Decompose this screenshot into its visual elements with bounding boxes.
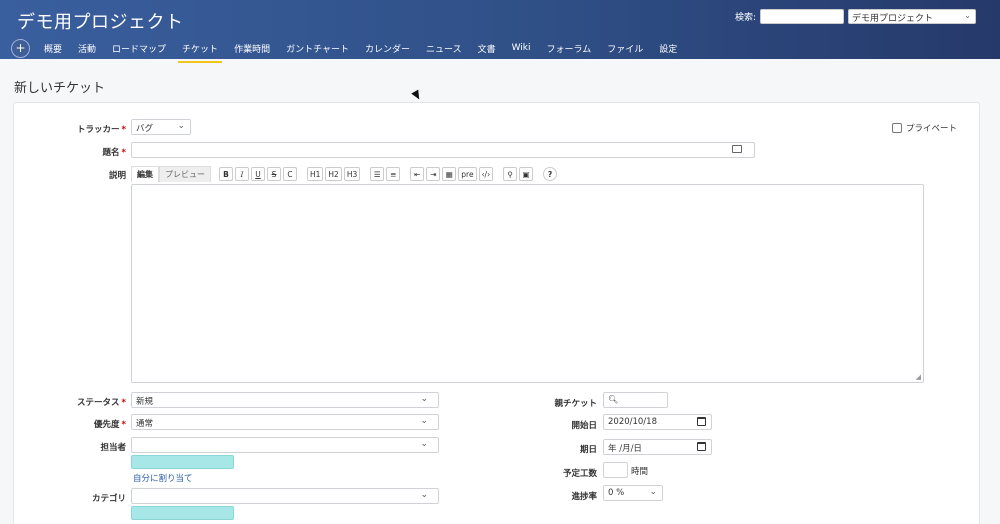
plus-icon[interactable]: +: [11, 38, 30, 58]
inline-code-button[interactable]: C: [283, 167, 297, 181]
unquote-icon[interactable]: ⇥: [426, 167, 441, 181]
project-jump-value: デモ用プロジェクト: [852, 13, 934, 24]
heading3-button[interactable]: H3: [343, 167, 361, 181]
priority-label: 優先度 *: [94, 420, 126, 430]
status-label: ステータス *: [77, 398, 126, 408]
main-menu: + 概要 活動 ロードマップ チケット 作業時間 ガントチャート カレンダー ニ…: [11, 38, 693, 63]
chevron-down-icon: ⌄: [964, 10, 971, 20]
mouse-cursor-icon: [411, 89, 423, 102]
quick-search: 検索: デモ用プロジェクト ⌄: [735, 8, 976, 24]
code-block-icon[interactable]: ‹/›: [478, 167, 494, 181]
start-date-label: 開始日: [571, 421, 597, 431]
due-date-label: 期日: [579, 445, 597, 455]
tracker-select[interactable]: バグ ⌄: [131, 119, 191, 135]
address-card-icon: [732, 145, 742, 153]
private-label: プライベート: [906, 124, 958, 134]
resize-handle-icon[interactable]: ◢: [916, 373, 921, 381]
assignee-highlight: [131, 455, 234, 469]
image-icon[interactable]: ▣: [519, 167, 534, 181]
menu-item-roadmap[interactable]: ロードマップ: [112, 42, 166, 59]
done-ratio-value: 0 %: [608, 488, 625, 498]
menu-item-overview[interactable]: 概要: [44, 42, 62, 59]
strikethrough-button[interactable]: S: [267, 167, 281, 181]
calendar-icon[interactable]: [697, 442, 706, 451]
category-highlight: [131, 506, 234, 520]
menu-item-news[interactable]: ニュース: [426, 42, 462, 59]
status-select[interactable]: 新規 ⌄: [131, 392, 439, 408]
menu-item-files[interactable]: ファイル: [607, 42, 643, 59]
tracker-value: バグ: [136, 124, 154, 134]
project-title[interactable]: デモ用プロジェクト: [17, 8, 184, 34]
menu-item-gantt[interactable]: ガントチャート: [286, 42, 349, 59]
search-input[interactable]: [760, 8, 844, 24]
menu-item-time-entries[interactable]: 作業時間: [234, 42, 270, 59]
search-label: 検索:: [734, 12, 756, 23]
estimated-hours-input[interactable]: [603, 462, 628, 478]
due-date-value: 年 /月/日: [608, 444, 642, 454]
done-ratio-select[interactable]: 0 % ⌄: [603, 485, 663, 501]
chevron-down-icon: ⌄: [177, 121, 185, 131]
help-icon[interactable]: ?: [543, 167, 558, 181]
private-checkbox[interactable]: [892, 123, 902, 133]
start-date-value: 2020/10/18: [608, 417, 657, 427]
table-icon[interactable]: ▦: [442, 167, 457, 181]
search-icon: 🔍︎: [608, 395, 619, 404]
assignee-label: 担当者: [100, 443, 126, 453]
chevron-down-icon: ⌄: [420, 490, 428, 500]
menu-item-forums[interactable]: フォーラム: [547, 42, 592, 59]
chevron-down-icon: ⌄: [420, 416, 428, 426]
project-jump-select[interactable]: デモ用プロジェクト ⌄: [848, 8, 976, 24]
chevron-down-icon: ⌄: [420, 394, 428, 404]
chevron-down-icon: ⌄: [649, 487, 657, 497]
chevron-down-icon: ⌄: [420, 439, 428, 449]
description-label: 説明: [108, 171, 126, 181]
parent-issue-label: 親チケット: [554, 399, 597, 409]
preformatted-button[interactable]: pre: [458, 167, 477, 181]
heading2-button[interactable]: H2: [325, 167, 342, 181]
tracker-label: トラッカー *: [77, 125, 126, 135]
calendar-icon[interactable]: [697, 417, 706, 426]
subject-label: 題名 *: [102, 148, 126, 158]
menu-item-activity[interactable]: 活動: [78, 42, 96, 59]
assignee-select[interactable]: ⌄: [131, 437, 439, 453]
category-label: カテゴリ: [91, 494, 126, 504]
parent-issue-input[interactable]: 🔍︎: [603, 392, 668, 408]
priority-value: 通常: [136, 419, 154, 429]
page-title: 新しいチケット: [14, 81, 106, 96]
assign-to-me-link[interactable]: 自分に割り当て: [133, 472, 193, 484]
underline-button[interactable]: U: [251, 167, 265, 181]
subject-input[interactable]: [131, 142, 755, 158]
link-icon[interactable]: ⚲: [503, 167, 518, 181]
tab-preview[interactable]: プレビュー: [159, 166, 211, 182]
done-ratio-label: 進捗率: [571, 492, 597, 502]
status-value: 新規: [136, 397, 154, 407]
ordered-list-icon[interactable]: ≡: [386, 167, 401, 181]
menu-item-issues[interactable]: チケット: [178, 42, 223, 63]
heading1-button[interactable]: H1: [307, 167, 324, 181]
menu-item-calendar[interactable]: カレンダー: [365, 42, 410, 59]
menu-item-settings[interactable]: 設定: [659, 42, 677, 59]
start-date-input[interactable]: 2020/10/18: [603, 414, 712, 430]
priority-select[interactable]: 通常 ⌄: [131, 414, 439, 430]
header: デモ用プロジェクト 検索: デモ用プロジェクト ⌄ + 概要 活動 ロードマップ…: [0, 0, 1000, 63]
estimated-hours-label: 予定工数: [562, 469, 597, 479]
bold-button[interactable]: B: [219, 167, 233, 181]
tab-edit[interactable]: 編集: [131, 166, 159, 182]
menu-item-documents[interactable]: 文書: [478, 42, 496, 59]
hours-unit: 時間: [631, 467, 649, 477]
category-select[interactable]: ⌄: [131, 488, 439, 504]
italic-button[interactable]: I: [235, 167, 249, 181]
quote-icon[interactable]: ⇤: [410, 167, 425, 181]
description-textarea[interactable]: ◢: [131, 184, 924, 383]
menu-item-wiki[interactable]: Wiki: [512, 43, 531, 57]
due-date-input[interactable]: 年 /月/日: [603, 439, 712, 455]
unordered-list-icon[interactable]: ☰: [370, 167, 385, 181]
editor-toolbar: 編集 プレビュー B I U S C H1 H2 H3 ☰ ≡ ⇤ ⇥ ▦ pr…: [131, 166, 559, 182]
